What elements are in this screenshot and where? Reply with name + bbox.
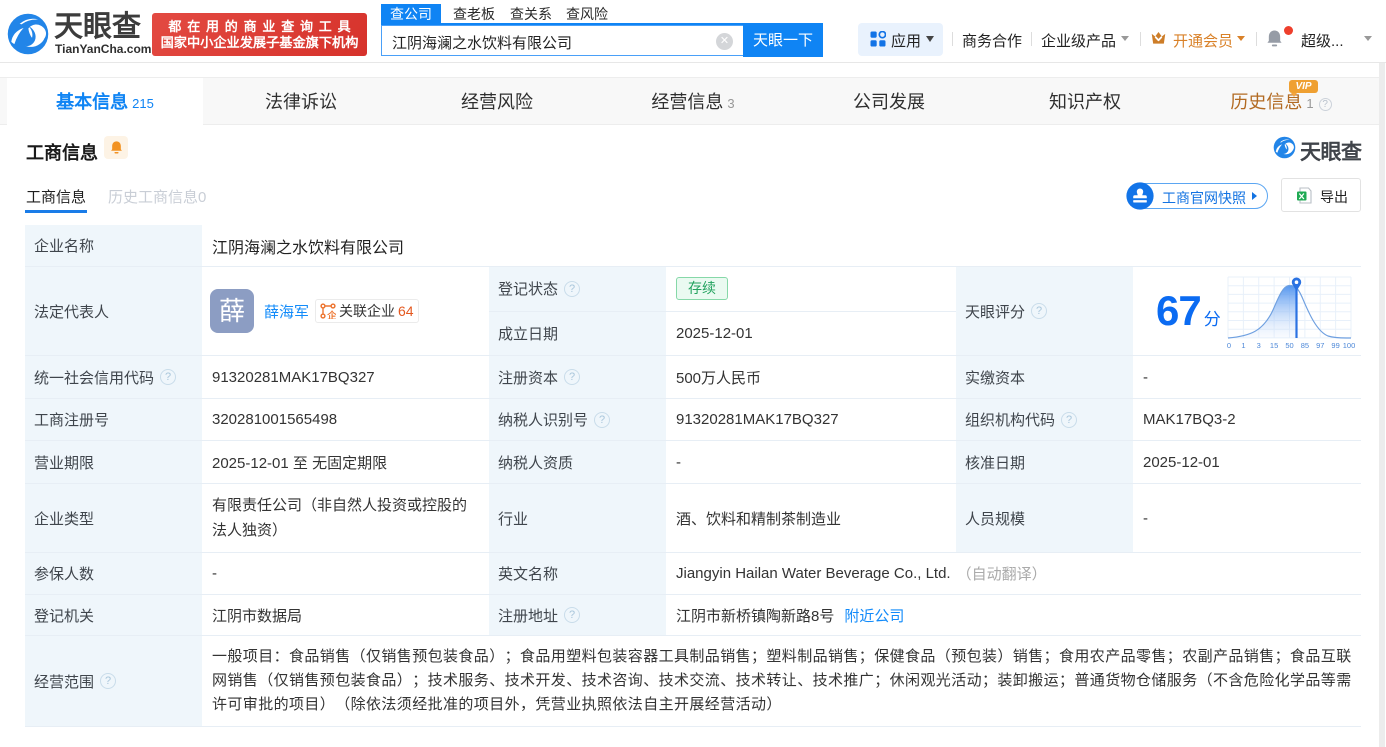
svg-text:85: 85 [1301, 341, 1309, 349]
svg-text:100: 100 [1343, 341, 1356, 349]
svg-text:99: 99 [1331, 341, 1339, 349]
svg-text:50: 50 [1285, 341, 1293, 349]
svg-text:3: 3 [1257, 341, 1261, 349]
svg-text:97: 97 [1316, 341, 1324, 349]
svg-text:0: 0 [1227, 341, 1231, 349]
svg-text:15: 15 [1270, 341, 1278, 349]
svg-text:1: 1 [1241, 341, 1245, 349]
svg-text:企: 企 [326, 310, 336, 319]
